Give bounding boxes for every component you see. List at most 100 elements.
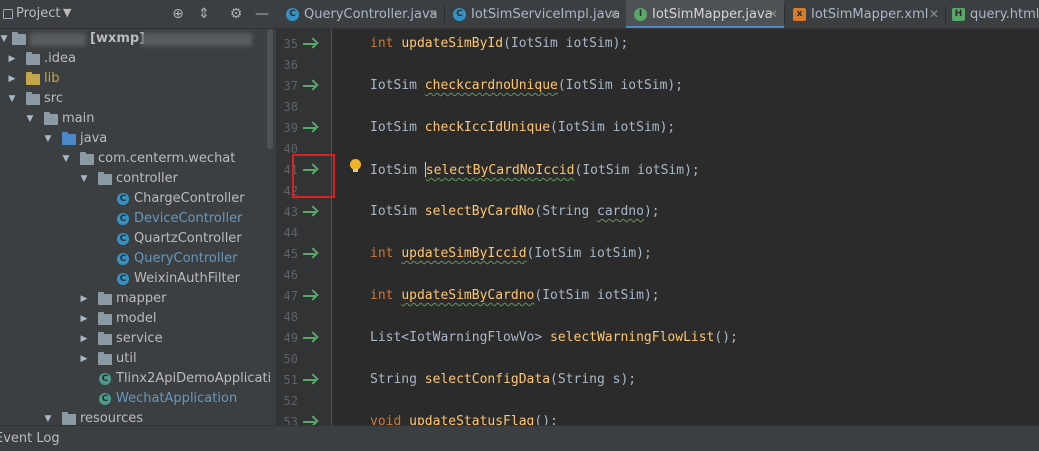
chevron-down-icon[interactable]: ▼ xyxy=(42,129,54,149)
go-to-implementation-icon[interactable] xyxy=(303,79,319,93)
code-token: selectWarningFlowList xyxy=(550,330,715,345)
tree-item-service[interactable]: ▶ service xyxy=(0,329,270,349)
lightbulb-icon[interactable] xyxy=(350,159,361,172)
tree-item-java[interactable]: ▼ java xyxy=(0,129,270,149)
line-number: 52 xyxy=(283,394,298,408)
tree-item-class[interactable]: C DeviceController xyxy=(0,209,270,229)
go-to-implementation-icon[interactable] xyxy=(303,415,319,425)
tree-item-label: mapper xyxy=(116,291,167,306)
tree-item-label: resources xyxy=(80,411,144,425)
close-icon[interactable]: ✕ xyxy=(929,0,939,28)
status-bar: Event Log xyxy=(0,425,1039,451)
editor-scrollbar[interactable] xyxy=(1031,29,1039,425)
line-number: 46 xyxy=(283,268,298,282)
tab-label: IotSimServiceImpl.java xyxy=(471,7,621,22)
chevron-right-icon[interactable]: ▶ xyxy=(78,309,90,329)
code-line[interactable]: void updateStatusFlag(); xyxy=(370,414,558,425)
tree-item-module-root[interactable]: ▼ [wxmp] xyxy=(0,29,270,49)
go-to-implementation-icon[interactable] xyxy=(303,331,319,345)
code-line[interactable]: int updateSimByIccid(IotSim iotSim); xyxy=(370,246,652,261)
tree-item-controller[interactable]: ▼ controller xyxy=(0,169,270,189)
go-to-implementation-icon[interactable] xyxy=(303,37,319,51)
code-line[interactable]: IotSim checkcardnoUnique(IotSim iotSim); xyxy=(370,78,683,93)
code-token: cardno xyxy=(597,204,644,219)
tree-item-class[interactable]: C WeixinAuthFilter xyxy=(0,269,270,289)
code-token: (IotSim iotSim); xyxy=(503,36,629,51)
chevron-down-icon[interactable]: ▼ xyxy=(0,29,10,49)
tab-querycontroller[interactable]: C QueryController.java ✕ xyxy=(276,0,444,28)
tab-iotsimmapper-xml[interactable]: x IotSimMapper.xml ✕ xyxy=(785,0,945,28)
tree-item-spring-class[interactable]: C WechatApplication xyxy=(0,389,270,409)
tree-item-spring-class[interactable]: C Tlinx2ApiDemoApplication xyxy=(0,369,270,389)
tree-item-model[interactable]: ▶ model xyxy=(0,309,270,329)
tree-item-src[interactable]: ▼ src xyxy=(0,89,270,109)
tree-item-util[interactable]: ▶ util xyxy=(0,349,270,369)
chevron-down-icon[interactable]: ▼ xyxy=(78,169,90,189)
chevron-right-icon[interactable]: ▶ xyxy=(78,349,90,369)
tree-item-lib[interactable]: ▶ lib xyxy=(0,69,270,89)
tab-iotsimmapper-java[interactable]: I IotSimMapper.java ✕ xyxy=(626,0,784,28)
collapse-all-icon[interactable]: ⇕ xyxy=(195,5,213,23)
class-icon: C xyxy=(117,213,129,225)
close-icon[interactable]: ✕ xyxy=(609,0,619,28)
code-line[interactable]: List<IotWarningFlowVo> selectWarningFlow… xyxy=(370,330,738,345)
xml-icon: x xyxy=(793,8,806,21)
chevron-right-icon[interactable]: ▶ xyxy=(6,49,18,69)
chevron-down-icon[interactable]: ▼ xyxy=(24,109,36,129)
code-line[interactable]: IotSim selectByCardNo(String cardno); xyxy=(370,204,660,219)
tree-item-label: ChargeController xyxy=(134,191,245,206)
gear-icon[interactable]: ⚙ xyxy=(227,5,245,23)
tree-item-class[interactable]: C ChargeController xyxy=(0,189,270,209)
tab-iotsimserviceimpl[interactable]: C IotSimServiceImpl.java ✕ xyxy=(445,0,625,28)
line-number: 38 xyxy=(283,100,298,114)
tree-item-class[interactable]: C QueryController xyxy=(0,249,270,269)
redacted-area xyxy=(30,33,86,46)
code-line[interactable]: IotSim selectByCardNoIccid(IotSim iotSim… xyxy=(370,162,700,178)
tree-item-package-root[interactable]: ▼ com.centerm.wechat xyxy=(0,149,270,169)
highlight-annotation-box xyxy=(292,154,335,198)
tree-item-resources[interactable]: ▼ resources xyxy=(0,409,270,425)
tree-item-class[interactable]: C QuartzController xyxy=(0,229,270,249)
folder-icon xyxy=(26,72,40,85)
hide-panel-icon[interactable]: — xyxy=(253,5,271,23)
code-line[interactable]: String selectConfigData(String s); xyxy=(370,372,636,387)
tree-item-label: model xyxy=(116,311,157,326)
locate-icon[interactable]: ⊕ xyxy=(169,5,187,23)
close-icon[interactable]: ✕ xyxy=(428,0,438,28)
chevron-down-icon[interactable]: ▼ xyxy=(42,409,54,425)
code-token: updateSimById xyxy=(401,36,504,51)
editor-gutter[interactable]: 35 36 37 38 39 40 41 42 43 44 45 46 47 48 49 50 51 52 53 xyxy=(276,29,332,425)
tree-item-label: java xyxy=(80,131,108,146)
chevron-down-icon[interactable]: ▼ xyxy=(60,149,72,169)
line-number: 35 xyxy=(283,37,298,51)
go-to-implementation-icon[interactable] xyxy=(303,205,319,219)
code-line[interactable]: int updateSimById(IotSim iotSim); xyxy=(370,36,628,51)
chevron-down-icon[interactable]: ▼ xyxy=(63,6,71,19)
chevron-right-icon[interactable]: ▶ xyxy=(78,329,90,349)
code-line[interactable]: int updateSimByCardno(IotSim iotSim); xyxy=(370,288,660,303)
project-tree: ▼ [wxmp] ▶ .idea ▶ lib ▼ src ▼ main ▼ ja… xyxy=(0,29,270,425)
code-editor[interactable]: 35 36 37 38 39 40 41 42 43 44 45 46 47 48 49 50 51 52 53 i… xyxy=(276,29,1039,425)
tab-label: QueryController.java xyxy=(304,7,438,22)
code-token: (IotSim iotSim); xyxy=(574,163,700,178)
go-to-implementation-icon[interactable] xyxy=(303,247,319,261)
code-line[interactable]: IotSim checkIccIdUnique(IotSim iotSim); xyxy=(370,120,675,135)
tree-scrollbar[interactable] xyxy=(267,29,273,149)
code-token: (); xyxy=(714,330,738,345)
go-to-implementation-icon[interactable] xyxy=(303,121,319,135)
folder-icon xyxy=(26,52,40,65)
class-icon: C xyxy=(117,273,129,285)
tab-query-html[interactable]: H query.html xyxy=(946,0,1039,28)
close-icon[interactable]: ✕ xyxy=(768,0,778,28)
tree-item-idea[interactable]: ▶ .idea xyxy=(0,49,270,69)
chevron-right-icon[interactable]: ▶ xyxy=(6,69,18,89)
event-log-button[interactable]: Event Log xyxy=(0,431,60,446)
tree-item-main[interactable]: ▼ main xyxy=(0,109,270,129)
chevron-right-icon[interactable]: ▶ xyxy=(78,289,90,309)
tree-item-label: WeixinAuthFilter xyxy=(134,271,240,286)
chevron-down-icon[interactable]: ▼ xyxy=(6,89,18,109)
go-to-implementation-icon[interactable] xyxy=(303,289,319,303)
project-title[interactable]: Project xyxy=(16,6,60,21)
go-to-implementation-icon[interactable] xyxy=(303,373,319,387)
tree-item-mapper[interactable]: ▶ mapper xyxy=(0,289,270,309)
